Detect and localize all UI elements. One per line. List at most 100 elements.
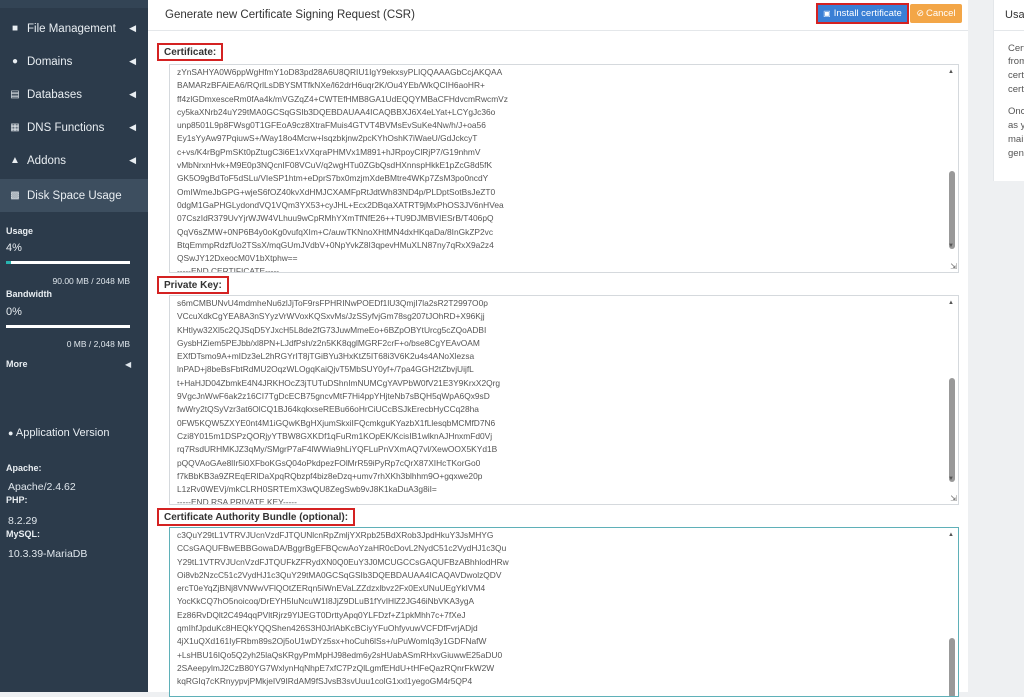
text-line: +LsHBU16IQo5Q2yh25laQsKRgyPmMpHJ98edm6y2… [177,649,503,660]
lock-icon: ▣ [823,9,831,18]
ca-bundle-textarea[interactable]: c3QuY29tL1VTRVJUcnVzdFJTQUNlcnRpZmljYXRp… [169,527,959,697]
sidebar-item-label: DNS Functions [27,121,105,134]
text-line: Ez86RvDQlt2C494qqPVltRjrz9YlJEGT0DrttyAp… [177,609,466,620]
bandwidth-label: Bandwidth [6,289,52,299]
text-line: GK5O9gBdToF5dSLu/VIeSP1htm+eDprS7bx0mzjm… [177,173,489,184]
install-certificate-label: Install certificate [833,8,902,19]
text-line: EXfDTsmo9A+mIDz3eL2hRGYrIT8jTGiBYu3HxKtZ… [177,351,475,362]
ca-bundle-text: c3QuY29tL1VTRVJUcnVzdFJTQUNlcnRpZmljYXRp… [177,529,938,689]
scroll-thumb[interactable] [949,638,955,696]
text-line: KHtlyw32Xl5c2QJSqD5YJxcH5L8de2fG73JuwMme… [177,324,487,335]
usage-bar-fill [6,261,11,264]
sidebar-item-databases[interactable]: ▤ Databases ◀ [0,78,148,111]
php-label: PHP: [6,495,28,505]
chevron-left-icon: ◀ [129,122,136,132]
usage-label: Usage [6,226,34,236]
scroll-thumb[interactable] [949,378,955,482]
app-version-label: Application Version [15,427,110,439]
scroll-up-icon[interactable]: ▲ [948,69,954,75]
file-icon: ■ [11,23,19,34]
scroll-down-icon[interactable]: ▼ [948,243,954,249]
chevron-left-icon: ◀ [129,89,136,99]
text-line: OmIWmeJbGPG+wjeS6fOZ40kvXdHMJCXAMFpRtJdt… [177,186,496,197]
chevron-left-icon: ◀ [125,360,132,369]
sidebar-item-domains[interactable]: ● Domains ◀ [0,45,148,78]
text-line: Y29tL1VTRVJUcnVzdFJTQUFkZFRydXN0Q0EuY3J0… [177,556,509,567]
globe-icon: ● [11,56,19,67]
scroll-down-icon[interactable]: ▼ [948,476,954,482]
ca-bundle-label: Certificate Authority Bundle (optional): [157,508,356,526]
text-line: lnPAD+j8beBsFbtRdMU2OqzWLOgqKaiQjvT5MbSU… [177,364,474,375]
private-key-label: Private Key: [157,276,229,294]
text-line: -----END CERTIFICATE----- [177,266,280,273]
usage-panel-text: mai [1008,134,1024,145]
sidebar-item-label: Databases [27,88,82,101]
more-label: More [6,359,28,369]
ca-bundle-scrollbar[interactable]: ▲ [947,528,957,696]
sidebar-item-label: Disk Space Usage [27,189,122,202]
bandwidth-percent: 0% [6,306,22,318]
sidebar-item-addons[interactable]: ▲ Addons ◀ [0,144,148,177]
sidebar-item-disk-space-usage[interactable]: ▩ Disk Space Usage [0,179,148,212]
usage-panel-text: cert [1008,70,1024,81]
resize-handle-icon[interactable]: ⇲ [950,262,957,271]
chevron-left-icon: ◀ [129,155,136,165]
text-line: ff4zlGDmxesceRm0fAa4k/mVGZqZ4+CWTEfHMB8G… [177,93,508,104]
certificate-label: Certificate: [157,43,224,61]
text-line: GysbHZiem5PEJbb/xl8PN+LJdfPsh/z2n5KK8qgl… [177,337,480,348]
dns-icon: ▦ [10,122,20,133]
text-line: 9VgcJnWwF6ak2z16CI7TgDcECB75gncvMtF7Hi4p… [177,391,490,402]
usage-panel-text: gen [1008,148,1024,159]
text-line: Oi8vb2NzcC51c2VydHJ1c3QuY29tMA0GCSqGSIb3… [177,569,502,580]
text-line: Ey1sYyAw97PqiuwS+/Way18o4Mcrw+lsqzbkjnw2… [177,133,478,144]
text-line: c3QuY29tL1VTRVJUcnVzdFJTQUNlcnRpZmljYXRp… [177,530,494,540]
usage-panel-header: Usag [994,0,1024,31]
text-line: f7kBbKB3a9ZREqERlDaXpqRQbzpf4biz8eDzq+um… [177,470,483,481]
usage-panel-text: Cert [1008,43,1024,54]
more-toggle[interactable]: More [6,359,28,369]
usage-percent: 4% [6,242,22,254]
scroll-up-icon[interactable]: ▲ [948,532,954,538]
chevron-left-icon: ◀ [129,23,136,33]
text-line: zYnSAHYA0W6ppWgHfmY1oD83pd28A6U8QRIU1IgY… [177,67,503,77]
private-key-scrollbar[interactable]: ▲ ▼ [947,296,957,504]
app-version-header: ● Application Version [8,427,109,439]
text-line: unp8501L9p8FWsg0T1GFEoA9cz8XtraFMuis4GTV… [177,120,486,131]
text-line: ercT0eYqZjBNj8VNWwVFlQOtZERqn5iWnEVaLZZd… [177,583,486,594]
resize-handle-icon[interactable]: ⇲ [950,494,957,503]
bandwidth-bar [6,325,130,328]
text-line: cy5kaXNrb24uY29tMA0GCSqGSIb3DQEBDAUAA4IC… [177,106,496,117]
install-certificate-button[interactable]: ▣ Install certificate [816,3,909,24]
usage-panel-text: as y [1008,120,1024,131]
text-line: kqRGIq7cKRnyypvjPMkjeIV9IRdAM9fSJvsB3svU… [177,676,473,687]
sidebar-item-dns-functions[interactable]: ▦ DNS Functions ◀ [0,111,148,144]
cancel-button[interactable]: ⊘ Cancel [910,4,962,23]
text-line: 0FW5KQW5ZXYE0nt4M1iGQwKBgHXjumSkxiIFQcmk… [177,417,496,428]
bandwidth-text: 0 MB / 2,048 MB [66,339,130,349]
usage-panel-title: Usag [1005,9,1024,21]
scroll-up-icon[interactable]: ▲ [948,300,954,306]
text-line: c+vs/K4rBgPmSKt0pZtugC3i6E1xVXqraPHMVx1M… [177,146,481,157]
scroll-thumb[interactable] [949,171,955,249]
apache-value: Apache/2.4.62 [8,481,76,493]
sidebar-item-label: File Management [27,22,116,35]
usage-panel-text: from [1008,56,1024,67]
usage-panel: Usag Cert from cert cert Once as y mai g… [993,0,1024,181]
private-key-textarea[interactable]: s6mCMBUNvU4mdmheNu6zlJjToF9rsFPHRINwPOED… [169,295,959,505]
text-line: s6mCMBUNvU4mdmheNu6zlJjToF9rsFPHRINwPOED… [177,298,488,308]
certificate-textarea[interactable]: zYnSAHYA0W6ppWgHfmY1oD83pd28A6U8QRIU1IgY… [169,64,959,273]
sidebar-item-file-management[interactable]: ■ File Management ◀ [0,12,148,45]
text-line: QSwJY12DxeocM0V1bXtphw== [177,253,298,264]
disk-icon: ▩ [10,190,20,201]
certificate-scrollbar[interactable]: ▲ ▼ [947,65,957,272]
text-line: YocKkCQ7hO5noicoq/DrEYH5IuNcuW1I8JjZ9DLu… [177,596,475,607]
cancel-label: Cancel [925,8,956,19]
sidebar-top-strip [0,0,148,8]
usage-panel-text: cert [1008,84,1024,95]
bank-icon: ▲ [10,155,20,166]
database-icon: ▤ [10,89,20,100]
text-line: VCcuXdkCgYEA8A3nSYyzVrWVoxKQSxvMs/JzSSyf… [177,311,485,322]
page-title: Generate new Certificate Signing Request… [165,9,415,21]
sidebar-item-label: Addons [27,154,67,167]
text-line: QqV6sZMW+0NP6B4y0oKg0vufqXIm+C/auwTKNnoX… [177,226,494,237]
